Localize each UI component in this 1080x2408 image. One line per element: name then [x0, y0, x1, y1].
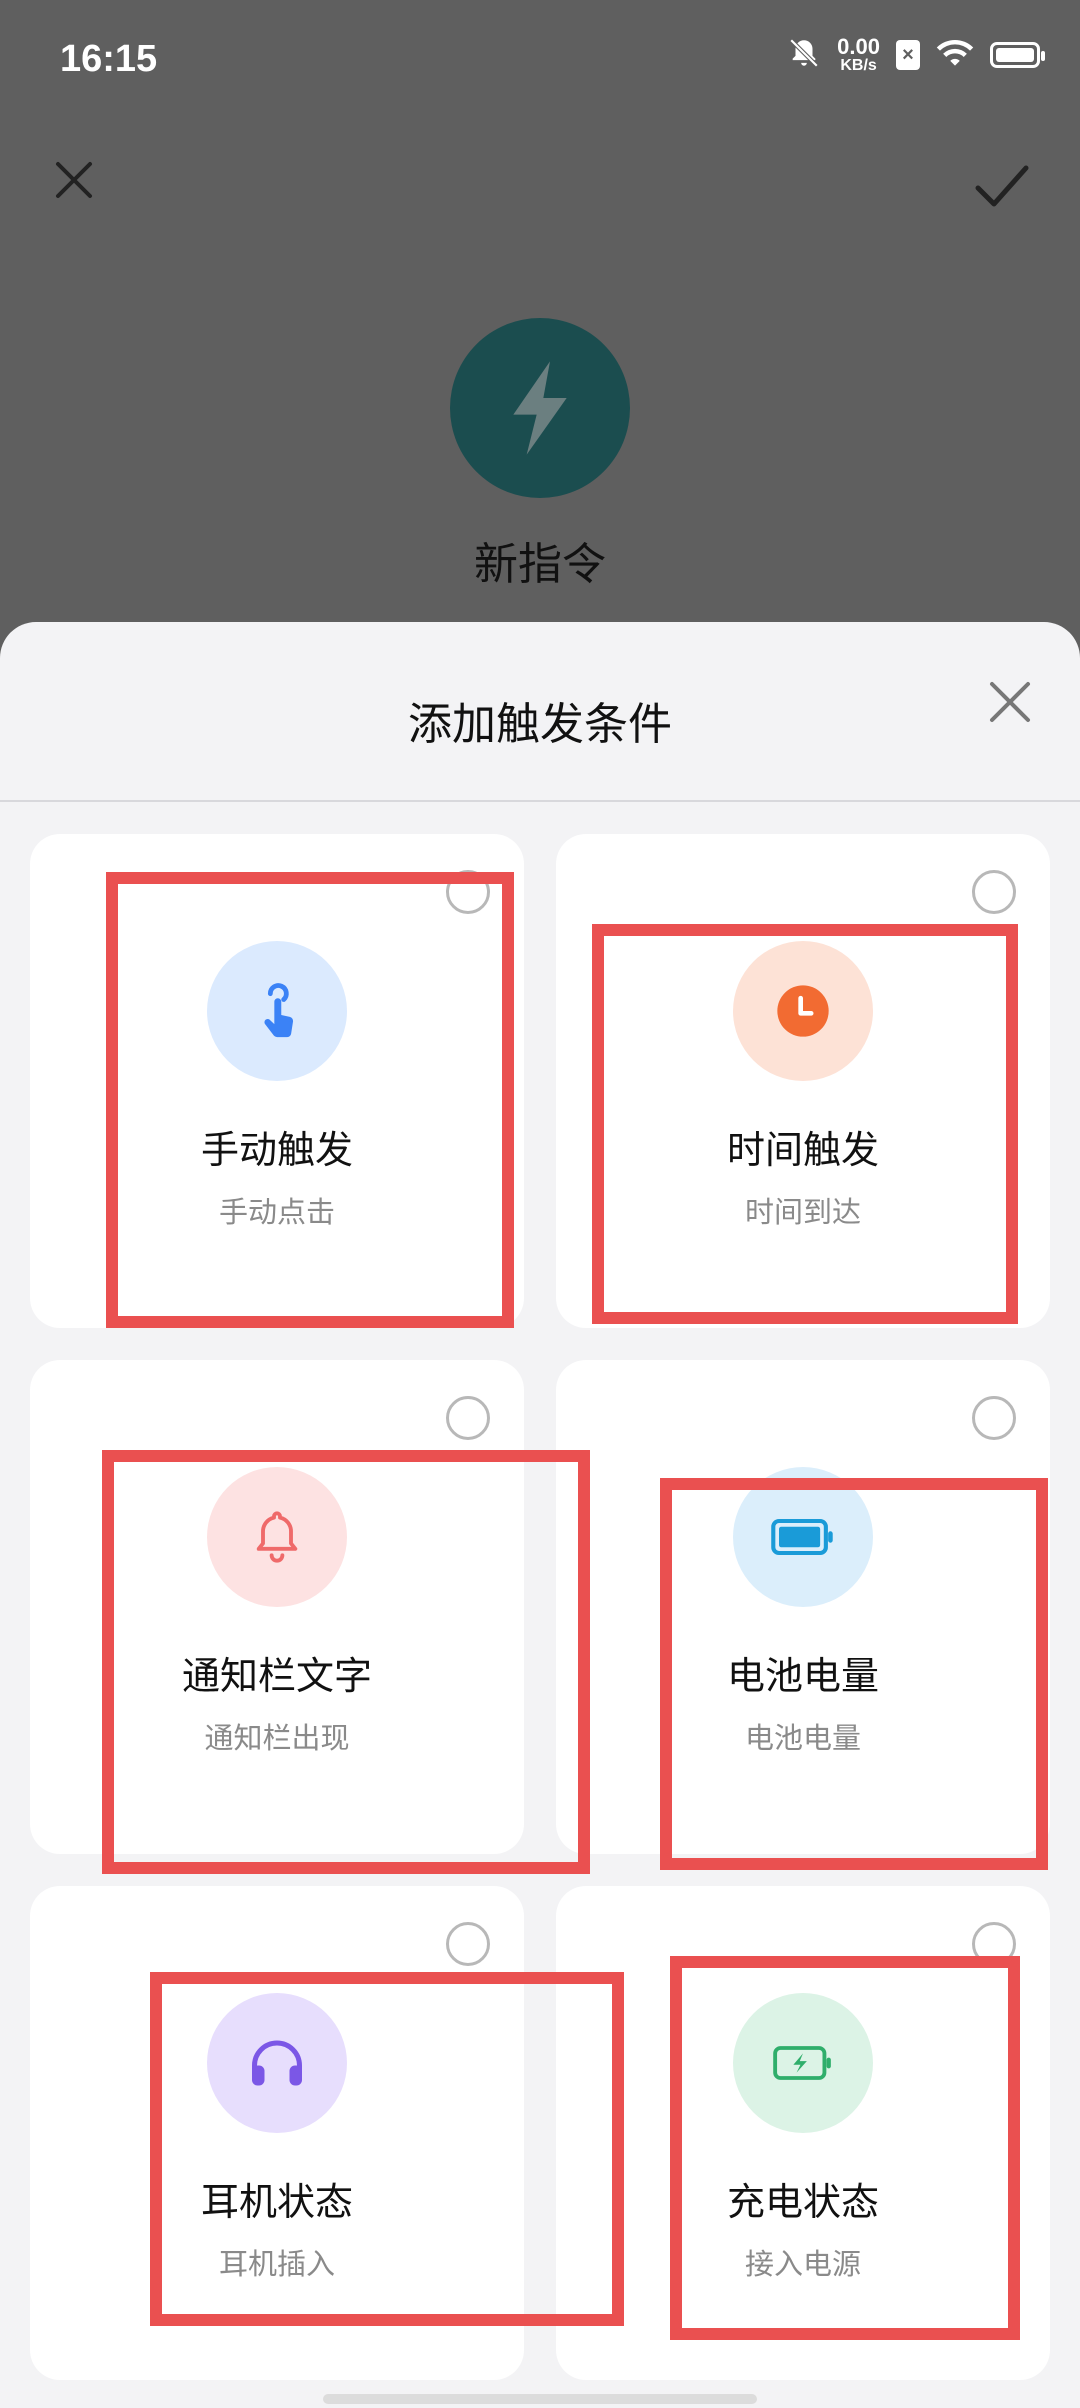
- close-icon[interactable]: [980, 672, 1040, 732]
- card-sublabel: 耳机插入: [218, 2247, 335, 2281]
- bell-icon: [207, 1467, 347, 1607]
- radio-button[interactable]: [446, 1396, 490, 1440]
- divider: [0, 800, 1080, 802]
- tap-hand-icon: [207, 941, 347, 1081]
- clock-icon: [733, 941, 873, 1081]
- trigger-card-manual[interactable]: 手动触发 手动点击: [30, 834, 524, 1328]
- close-icon[interactable]: [44, 150, 104, 210]
- radio-button[interactable]: [972, 1922, 1016, 1966]
- trigger-sheet: 添加触发条件 手动触发 手动点击 时间触发 时间到达 通知栏文字 通知栏出现 电…: [0, 622, 1080, 2408]
- mute-bell-icon: [787, 36, 821, 74]
- status-time: 16:15: [60, 38, 158, 80]
- radio-button[interactable]: [972, 1396, 1016, 1440]
- card-sublabel: 接入电源: [744, 2247, 861, 2281]
- card-label: 手动触发: [200, 1128, 353, 1172]
- radio-button[interactable]: [972, 870, 1016, 914]
- headphones-icon: [207, 1993, 347, 2133]
- check-icon[interactable]: [966, 150, 1036, 220]
- card-label: 电池电量: [726, 1654, 879, 1698]
- trigger-card-notification[interactable]: 通知栏文字 通知栏出现: [30, 1360, 524, 1854]
- card-sublabel: 时间到达: [744, 1195, 861, 1229]
- home-indicator[interactable]: [323, 2394, 757, 2404]
- card-label: 时间触发: [726, 1128, 879, 1172]
- sim-icon: ×: [896, 40, 920, 70]
- command-avatar[interactable]: [450, 318, 630, 498]
- command-title[interactable]: 新指令: [0, 528, 1080, 592]
- status-icons: 0.00 KB/s ×: [787, 34, 1045, 74]
- net-speed: 0.00 KB/s: [837, 34, 880, 74]
- radio-button[interactable]: [446, 1922, 490, 1966]
- trigger-card-charging[interactable]: 充电状态 接入电源: [556, 1886, 1050, 2380]
- trigger-card-time[interactable]: 时间触发 时间到达: [556, 834, 1050, 1328]
- card-label: 充电状态: [726, 2180, 879, 2224]
- trigger-card-headphones[interactable]: 耳机状态 耳机插入: [30, 1886, 524, 2380]
- card-sublabel: 通知栏出现: [204, 1721, 350, 1755]
- battery-icon: [990, 42, 1045, 68]
- sheet-title: 添加触发条件: [408, 699, 672, 750]
- battery-level-icon: [733, 1467, 873, 1607]
- lightning-icon: [513, 361, 567, 455]
- wifi-icon: [936, 38, 974, 72]
- charging-icon: [733, 1993, 873, 2133]
- card-label: 耳机状态: [200, 2180, 353, 2224]
- card-sublabel: 电池电量: [744, 1721, 861, 1755]
- status-bar: 16:15 0.00 KB/s ×: [0, 0, 1080, 130]
- card-label: 通知栏文字: [181, 1654, 372, 1698]
- radio-button[interactable]: [446, 870, 490, 914]
- card-sublabel: 手动点击: [218, 1195, 335, 1229]
- trigger-card-battery[interactable]: 电池电量 电池电量: [556, 1360, 1050, 1854]
